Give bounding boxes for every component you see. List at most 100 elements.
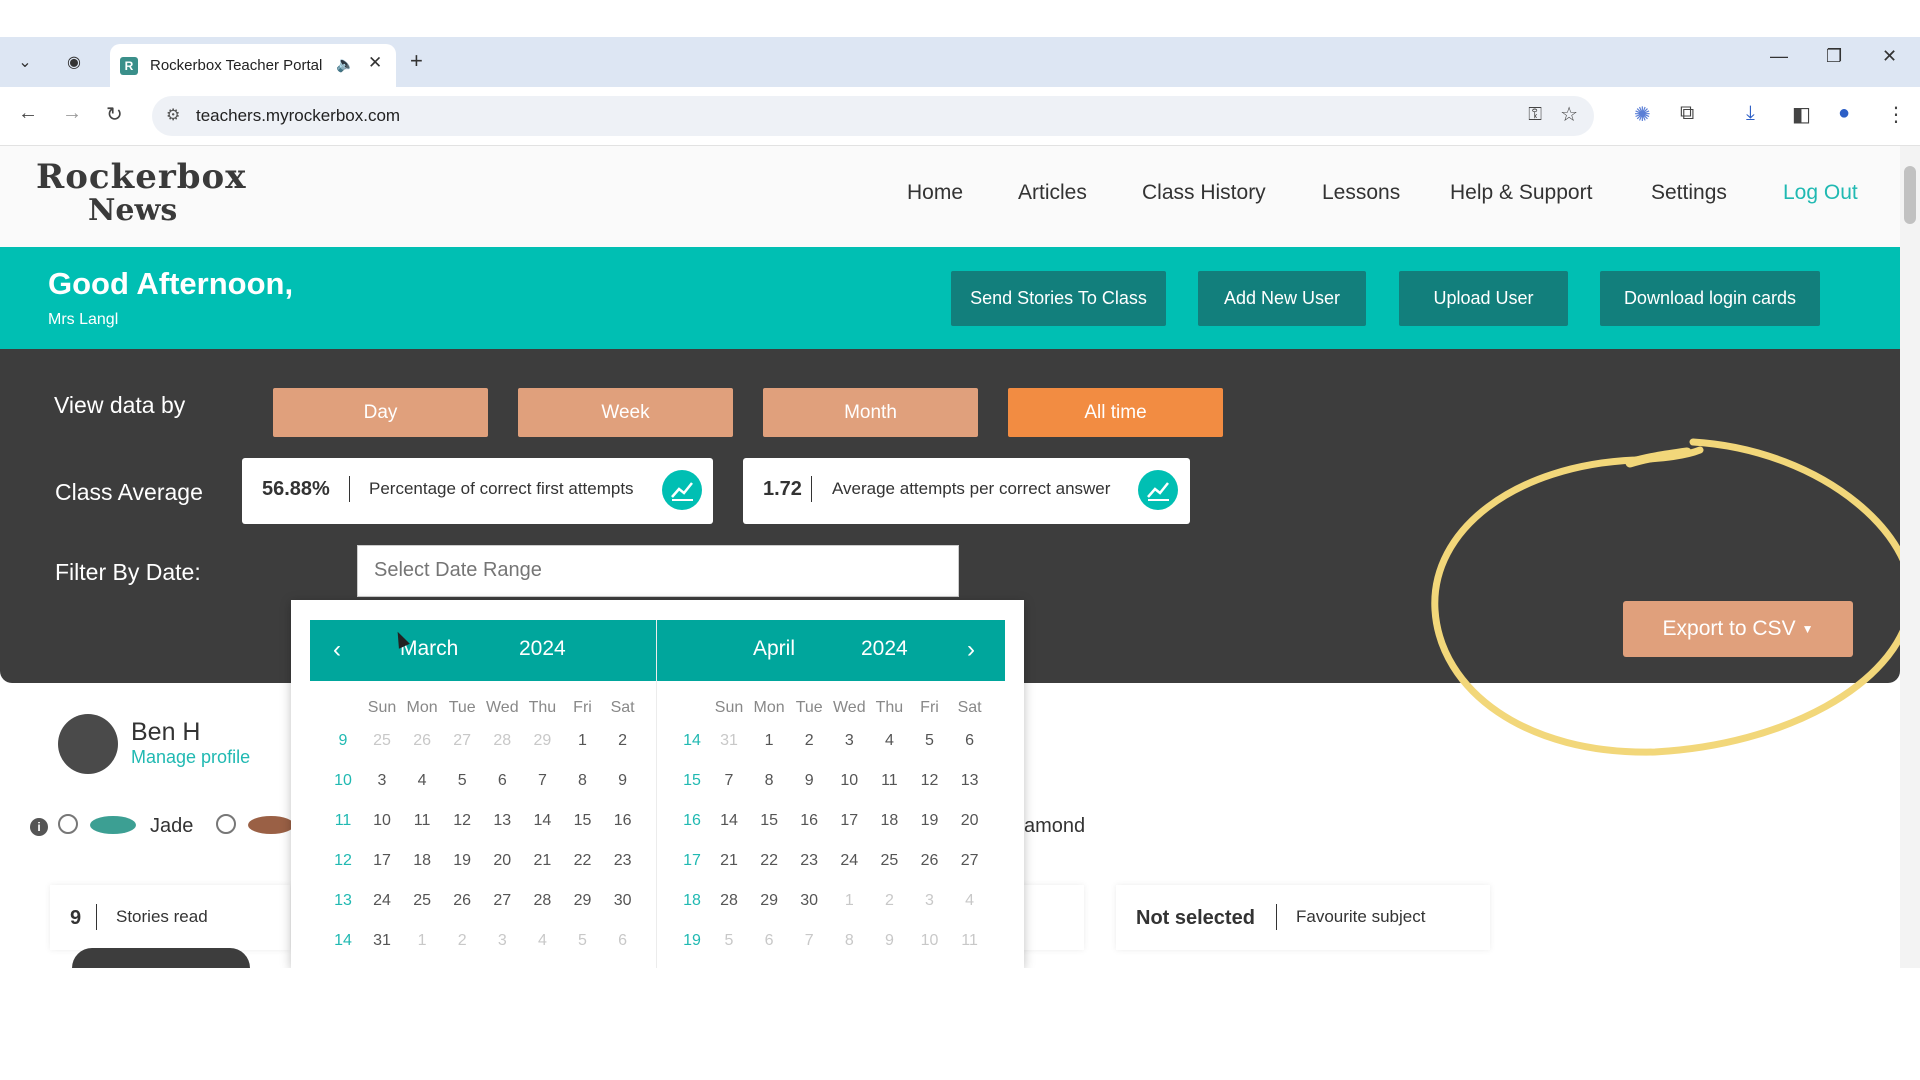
calendar-day[interactable]: 30 [603, 892, 643, 910]
calendar-day[interactable]: 5 [910, 732, 950, 750]
calendar-day[interactable]: 1 [402, 932, 442, 950]
calendar-day[interactable]: 5 [563, 932, 603, 950]
calendar-day[interactable]: 15 [563, 812, 603, 830]
calendar-day[interactable]: 22 [563, 852, 603, 870]
manage-profile-link[interactable]: Manage profile [131, 747, 250, 768]
new-tab-button[interactable]: + [410, 48, 423, 74]
trend-chart-icon[interactable] [1138, 470, 1178, 510]
calendar-day[interactable]: 19 [442, 852, 482, 870]
calendar-day[interactable]: 28 [709, 892, 749, 910]
date-range-input[interactable] [372, 558, 936, 583]
trend-chart-icon[interactable] [662, 470, 702, 510]
calendar-day[interactable]: 30 [789, 892, 829, 910]
rockerbox-logo[interactable]: Rockerbox News [36, 160, 245, 228]
add-new-user-button[interactable]: Add New User [1198, 271, 1366, 326]
star-icon[interactable]: ☆ [1560, 102, 1578, 127]
calendar-day[interactable]: 7 [789, 932, 829, 950]
site-settings-icon[interactable]: ⚙ [166, 105, 180, 125]
calendar-day[interactable]: 2 [603, 732, 643, 750]
month-select-right[interactable]: April [753, 637, 795, 661]
url-text[interactable]: teachers.myrockerbox.com [196, 106, 400, 126]
calendar-day[interactable]: 3 [482, 932, 522, 950]
calendar-day[interactable]: 9 [603, 772, 643, 790]
nav-class-history[interactable]: Class History [1142, 181, 1266, 205]
calendar-day[interactable]: 29 [749, 892, 789, 910]
calendar-day[interactable]: 26 [442, 892, 482, 910]
gem-radio-next[interactable] [216, 814, 236, 834]
calendar-day[interactable]: 17 [362, 852, 402, 870]
calendar-day[interactable]: 4 [869, 732, 909, 750]
calendar-day[interactable]: 11 [950, 932, 990, 950]
record-icon[interactable]: ◉ [58, 46, 90, 78]
calendar-day[interactable]: 10 [910, 932, 950, 950]
calendar-day[interactable]: 4 [402, 772, 442, 790]
calendar-day[interactable]: 3 [910, 892, 950, 910]
calendar-day[interactable]: 26 [910, 852, 950, 870]
range-all-time-button[interactable]: All time [1008, 388, 1223, 437]
calendar-day[interactable]: 16 [603, 812, 643, 830]
calendar-day[interactable]: 27 [482, 892, 522, 910]
nav-lessons[interactable]: Lessons [1322, 181, 1400, 205]
nav-articles[interactable]: Articles [1018, 181, 1087, 205]
nav-settings[interactable]: Settings [1651, 181, 1727, 205]
calendar-day[interactable]: 13 [482, 812, 522, 830]
calendar-day[interactable]: 25 [402, 892, 442, 910]
calendar-day[interactable]: 4 [522, 932, 562, 950]
download-icon[interactable]: ⤓ [1746, 102, 1755, 125]
browser-tab[interactable]: R Rockerbox Teacher Portal 🔈 ✕ [110, 44, 396, 87]
calendar-day[interactable]: 24 [362, 892, 402, 910]
calendar-day[interactable]: 7 [709, 772, 749, 790]
date-range-field[interactable] [357, 545, 959, 597]
calendar-day[interactable]: 1 [829, 892, 869, 910]
calendar-day[interactable]: 2 [869, 892, 909, 910]
year-select-left[interactable]: 2024 [519, 637, 566, 661]
calendar-day[interactable]: 27 [442, 732, 482, 750]
calendar-day[interactable]: 24 [829, 852, 869, 870]
menu-icon[interactable]: ⋮ [1886, 102, 1906, 127]
range-month-button[interactable]: Month [763, 388, 978, 437]
calendar-day[interactable]: 11 [402, 812, 442, 830]
calendar-day[interactable]: 8 [563, 772, 603, 790]
calendar-day[interactable]: 10 [829, 772, 869, 790]
puzzle-icon[interactable]: ⧉ [1680, 102, 1694, 125]
sidepanel-icon[interactable]: ◧ [1792, 102, 1811, 127]
scrollbar[interactable] [1900, 146, 1920, 968]
profile-icon[interactable]: ● [1838, 102, 1850, 125]
close-window-icon[interactable]: ✕ [1882, 46, 1897, 67]
calendar-day[interactable]: 31 [362, 932, 402, 950]
calendar-day[interactable]: 6 [950, 732, 990, 750]
scrollbar-thumb[interactable] [1904, 166, 1916, 224]
calendar-day[interactable]: 12 [910, 772, 950, 790]
minimize-icon[interactable]: — [1770, 46, 1788, 67]
extension-icon[interactable]: ✺ [1634, 102, 1651, 127]
range-week-button[interactable]: Week [518, 388, 733, 437]
calendar-day[interactable]: 9 [869, 932, 909, 950]
calendar-day[interactable]: 7 [522, 772, 562, 790]
chevron-down-icon[interactable]: ⌄ [9, 46, 41, 78]
calendar-day[interactable]: 28 [522, 892, 562, 910]
calendar-day[interactable]: 12 [442, 812, 482, 830]
download-login-cards-button[interactable]: Download login cards [1600, 271, 1820, 326]
calendar-day[interactable]: 28 [482, 732, 522, 750]
key-icon[interactable]: ⚿ [1528, 104, 1542, 125]
year-select-right[interactable]: 2024 [861, 637, 908, 661]
calendar-day[interactable]: 20 [950, 812, 990, 830]
calendar-day[interactable]: 6 [482, 772, 522, 790]
calendar-day[interactable]: 18 [402, 852, 442, 870]
upload-user-button[interactable]: Upload User [1399, 271, 1568, 326]
calendar-day[interactable]: 14 [522, 812, 562, 830]
calendar-day[interactable]: 26 [402, 732, 442, 750]
calendar-day[interactable]: 11 [869, 772, 909, 790]
calendar-day[interactable]: 20 [482, 852, 522, 870]
calendar-day[interactable]: 27 [950, 852, 990, 870]
close-icon[interactable]: ✕ [368, 53, 382, 73]
calendar-day[interactable]: 21 [709, 852, 749, 870]
calendar-day[interactable]: 31 [709, 732, 749, 750]
calendar-day[interactable]: 23 [603, 852, 643, 870]
calendar-day[interactable]: 16 [789, 812, 829, 830]
calendar-day[interactable]: 1 [749, 732, 789, 750]
calendar-day[interactable]: 29 [563, 892, 603, 910]
calendar-day[interactable]: 25 [362, 732, 402, 750]
calendar-day[interactable]: 2 [789, 732, 829, 750]
restore-icon[interactable]: ❐ [1826, 46, 1842, 67]
